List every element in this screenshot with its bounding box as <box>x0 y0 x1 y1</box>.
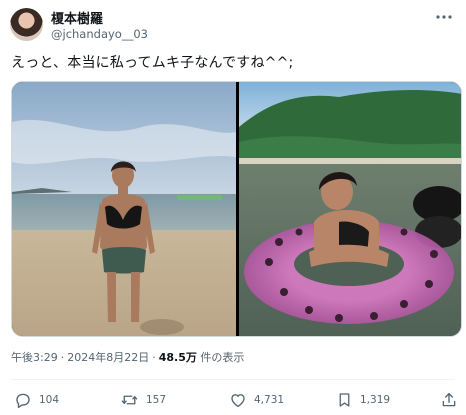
retweet-button[interactable]: 157 <box>120 389 166 411</box>
share-button[interactable] <box>440 389 465 411</box>
media-grid <box>11 81 462 337</box>
retweet-count: 157 <box>146 394 167 406</box>
tweet-meta: 午後3:29 · 2024年8月22日 · 48.5万 件の表示 <box>11 349 244 365</box>
retweet-icon <box>121 395 138 405</box>
more-options-button[interactable] <box>432 8 456 26</box>
author-handle[interactable]: @jchandayo__03 <box>51 27 148 41</box>
bookmark-icon <box>339 393 350 407</box>
swim-ring-photo[interactable] <box>239 82 461 336</box>
author-avatar[interactable] <box>10 8 43 41</box>
reply-button[interactable]: 104 <box>14 389 59 411</box>
bookmark-button[interactable]: 1,319 <box>336 389 390 411</box>
meta-separator: · <box>60 351 65 364</box>
heart-icon <box>231 394 245 408</box>
like-count: 4,731 <box>254 394 285 406</box>
post-date[interactable]: 2024年8月22日 <box>67 351 149 364</box>
tweet-text: えっと、本当に私ってムキ子なんですね^^; <box>11 55 294 71</box>
tweet-card: 榎本樹羅 @jchandayo__03 えっと、本当に私ってムキ子なんですね^^… <box>0 0 466 415</box>
like-button[interactable]: 4,731 <box>229 389 284 411</box>
reply-icon <box>16 393 30 409</box>
meta-separator-2: · <box>152 351 156 364</box>
reply-count: 104 <box>39 394 60 406</box>
author-display-name[interactable]: 榎本樹羅 <box>51 8 103 27</box>
share-icon <box>442 392 456 407</box>
divider <box>11 379 455 380</box>
views-label: 件の表示 <box>200 351 245 364</box>
action-bar: 104 157 4,731 1,319 <box>0 389 466 411</box>
beach-photo[interactable] <box>12 82 236 336</box>
views-count: 48.5万 <box>158 351 197 364</box>
post-time[interactable]: 午後3:29 <box>11 351 58 364</box>
more-icon <box>436 15 452 19</box>
bookmark-count: 1,319 <box>360 394 391 406</box>
